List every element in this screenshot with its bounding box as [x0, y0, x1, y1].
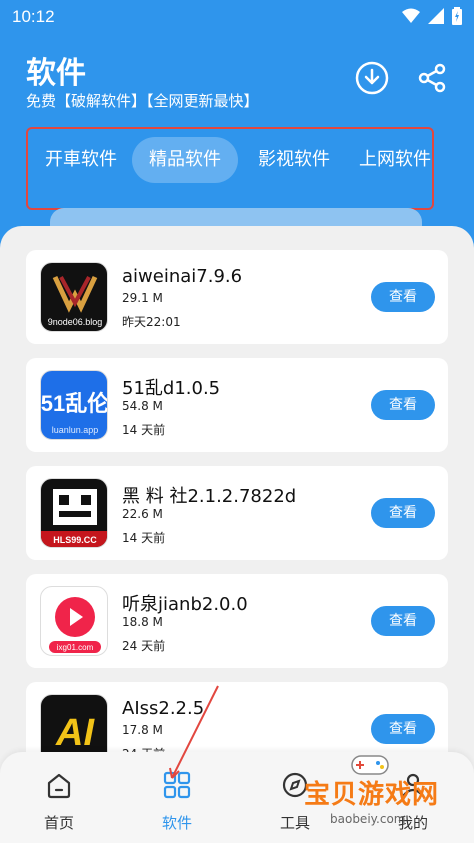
app-name: 51乱d1.0.5	[122, 378, 221, 399]
app-icon: 9node06.blog	[40, 262, 108, 332]
aiweinai-logo-icon: 9node06.blog	[48, 275, 103, 327]
page-subtitle: 免费【破解软件】【全网更新最快】	[26, 92, 259, 110]
app-icon-caption: luanlun.app	[52, 425, 99, 435]
app-icon-caption: 9node06.blog	[48, 317, 103, 327]
app-icon: ixg01.com	[40, 586, 108, 656]
signal-icon	[428, 8, 444, 24]
app-size: 54.8 M	[122, 399, 163, 413]
battery-icon	[452, 7, 462, 25]
app-name: AIss2.2.5	[122, 698, 205, 719]
view-button[interactable]: 查看	[371, 714, 435, 744]
view-button[interactable]: 查看	[371, 390, 435, 420]
app-time: 昨天22:01	[122, 315, 181, 329]
app-icon-caption: AI	[55, 712, 95, 754]
tab-jingpin[interactable]: 精品软件	[132, 137, 238, 183]
app-icon: HLS99.CC	[40, 478, 108, 548]
tab-kaiche[interactable]: 开車软件	[32, 137, 130, 183]
app-size: 17.8 M	[122, 723, 163, 737]
app-icon-caption: ixg01.com	[57, 643, 94, 652]
watermark-title: 宝贝游戏网	[304, 780, 440, 810]
nav-software[interactable]: 软件	[118, 752, 236, 843]
share-button[interactable]	[414, 60, 450, 96]
grid-icon	[163, 771, 191, 799]
51luan-logo-icon: 51乱伦 luanlun.app	[41, 391, 108, 435]
app-time: 14 天前	[122, 423, 166, 437]
app-icon-caption: HLS99.CC	[53, 535, 97, 545]
watermark: 宝贝游戏网 baobeiy.com	[296, 755, 472, 840]
download-icon	[355, 61, 389, 95]
app-time: 14 天前	[122, 531, 166, 545]
svg-text:51乱伦: 51乱伦	[41, 391, 108, 416]
view-button[interactable]: 查看	[371, 498, 435, 528]
app-name: 听泉jianb2.0.0	[122, 594, 248, 615]
app-card[interactable]: ixg01.com 听泉jianb2.0.0 18.8 M 24 天前 查看	[26, 574, 448, 668]
heiliao-logo-icon: HLS99.CC	[41, 489, 107, 547]
category-tabs: 开車软件 精品软件 影视软件 上网软件	[26, 127, 434, 210]
wifi-icon	[402, 8, 420, 23]
app-card[interactable]: 51乱伦 luanlun.app 51乱d1.0.5 54.8 M 14 天前 …	[26, 358, 448, 452]
app-size: 22.6 M	[122, 507, 163, 521]
view-button[interactable]: 查看	[371, 282, 435, 312]
app-icon: 51乱伦 luanlun.app	[40, 370, 108, 440]
status-icons	[402, 7, 462, 25]
view-button[interactable]: 查看	[371, 606, 435, 636]
nav-label: 首页	[43, 814, 74, 832]
download-button[interactable]	[354, 60, 390, 96]
app-card[interactable]: 9node06.blog aiweinai7.9.6 29.1 M 昨天22:0…	[26, 250, 448, 344]
status-time: 10:12	[12, 7, 55, 26]
app-list: 9node06.blog aiweinai7.9.6 29.1 M 昨天22:0…	[0, 226, 474, 843]
app-card[interactable]: HLS99.CC 黑 料 社2.1.2.7822d 22.6 M 14 天前 查…	[26, 466, 448, 560]
share-icon	[418, 63, 446, 93]
nav-label: 软件	[161, 814, 192, 832]
page-title: 软件	[26, 56, 86, 91]
nav-home[interactable]: 首页	[0, 752, 118, 843]
tingquan-logo-icon: ixg01.com	[49, 597, 101, 653]
app-size: 29.1 M	[122, 291, 163, 305]
app-time: 24 天前	[122, 639, 166, 653]
status-bar: 10:12	[0, 0, 474, 34]
home-icon	[47, 773, 71, 799]
app-name: aiweinai7.9.6	[122, 266, 243, 287]
app-name: 黑 料 社2.1.2.7822d	[122, 486, 297, 507]
app-size: 18.8 M	[122, 615, 163, 629]
tab-yingshi[interactable]: 影视软件	[242, 137, 346, 183]
watermark-url: baobeiy.com	[330, 812, 406, 826]
tab-shangwang[interactable]: 上网软件	[350, 137, 440, 183]
